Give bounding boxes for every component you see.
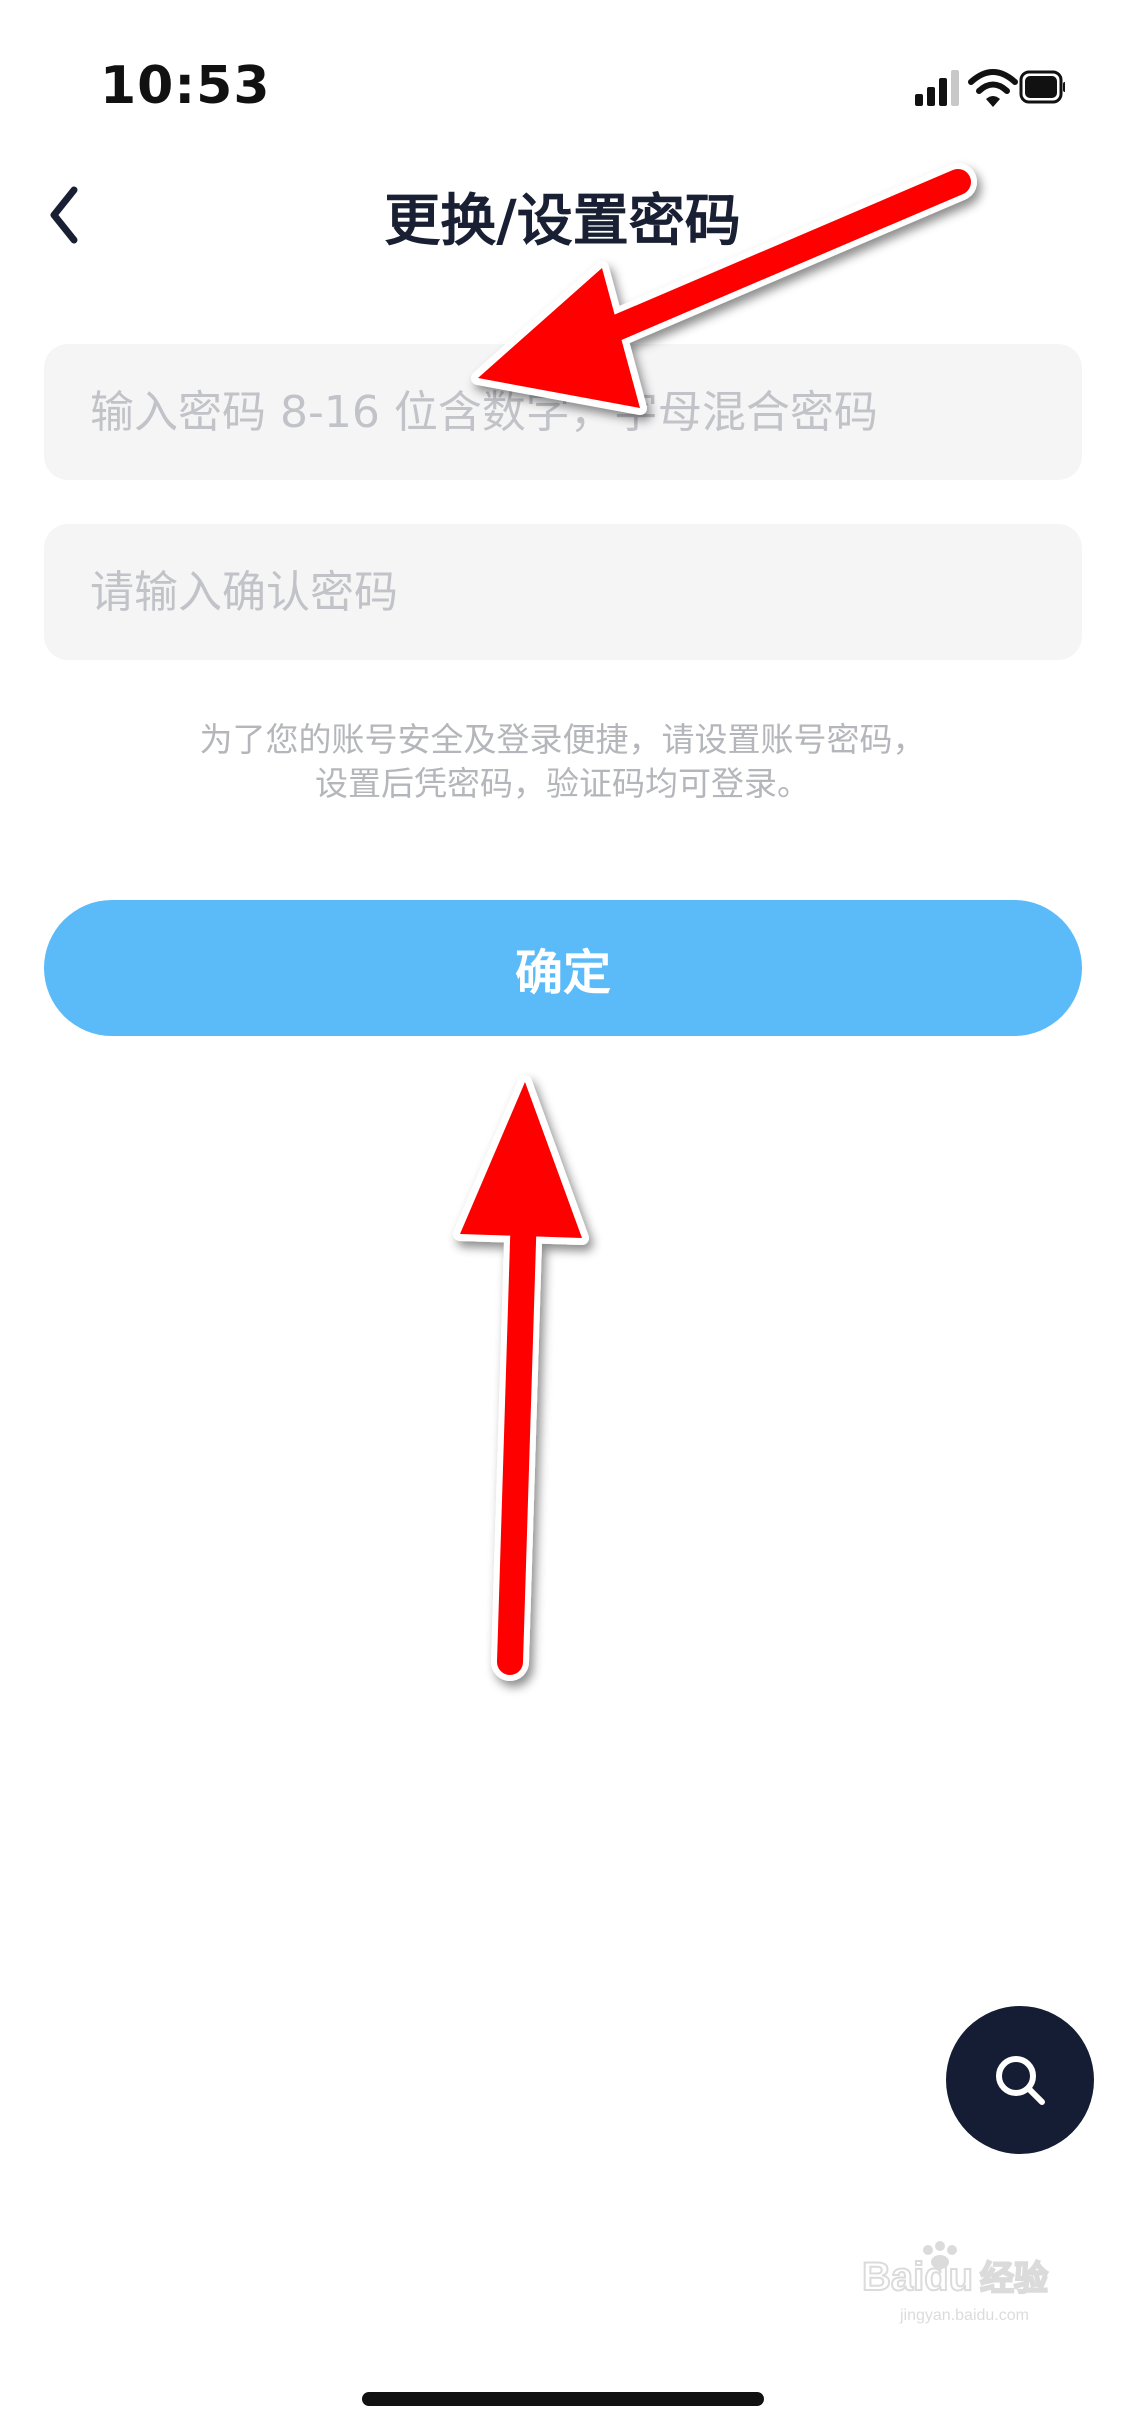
svg-text:经验: 经验 [980,2259,1048,2299]
svg-text:Baidu: Baidu [862,2255,973,2299]
home-indicator[interactable] [362,2392,764,2406]
hint-line-1: 为了您的账号安全及登录便捷，请设置账号密码， [199,720,926,759]
search-fab[interactable] [946,2006,1094,2154]
password-hint: 为了您的账号安全及登录便捷，请设置账号密码， 设置后凭密码，验证码均可登录。 [0,718,1125,806]
status-time: 10:53 [100,56,271,116]
status-icons [915,69,1065,107]
password-field[interactable] [44,344,1082,480]
battery-icon [1019,70,1065,104]
signal-icon [915,70,959,106]
hint-line-2: 设置后凭密码，验证码均可登录。 [315,764,810,803]
svg-text:jingyan.baidu.com: jingyan.baidu.com [899,2307,1029,2324]
annotation-arrow-to-button [453,1075,589,1681]
confirm-password-field[interactable] [44,524,1082,660]
confirm-button[interactable]: 确定 [44,900,1082,1036]
baidu-watermark-logo: Baidu 经验 jingyan.baidu.com [861,2241,1049,2324]
search-icon [996,2056,1045,2105]
page-title: 更换/设置密码 [384,189,741,254]
screen: 10:53 更换/设置密码 为了您的账号安全及登录便捷，请设置账号密码， 设置后… [0,0,1125,2436]
wifi-icon [968,69,1018,107]
